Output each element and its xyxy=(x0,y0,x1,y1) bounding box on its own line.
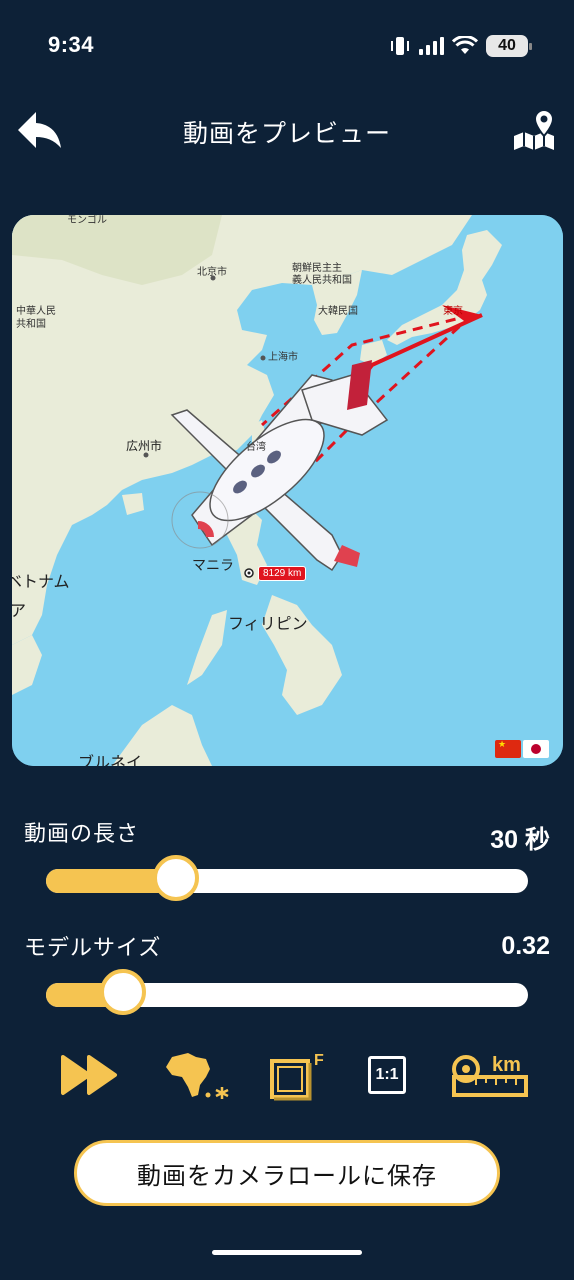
label-philippines: フィリピン xyxy=(228,614,308,633)
page-title: 動画をプレビュー xyxy=(182,119,391,148)
aspect-ratio-button[interactable]: 1:1 xyxy=(364,1045,410,1105)
continent-button[interactable] xyxy=(160,1045,236,1105)
flag-row xyxy=(495,740,549,758)
video-length-thumb[interactable] xyxy=(153,855,199,901)
aspect-ratio-label: 1:1 xyxy=(375,1066,399,1083)
video-length-value: 30 秒 xyxy=(490,826,550,854)
label-tokyo: 東京 xyxy=(443,306,463,317)
signal-icon xyxy=(419,37,444,55)
model-size-thumb[interactable] xyxy=(100,969,146,1015)
label-mongolia: モンゴル xyxy=(67,215,107,226)
model-size-label: モデルサイズ xyxy=(24,936,162,961)
units-label: km xyxy=(492,1054,521,1076)
china-flag-icon xyxy=(495,740,521,758)
video-length-label: 動画の長さ xyxy=(24,822,140,847)
battery-indicator: 40 xyxy=(486,35,532,57)
label-north-korea: 朝鮮民主主 義人民共和国 xyxy=(292,263,352,286)
label-beijing: 北京市 xyxy=(197,267,227,278)
frame-letter: F xyxy=(314,1052,324,1069)
distance-badge: 8129 km xyxy=(258,566,307,581)
status-icons: 40 xyxy=(390,34,532,58)
label-china: 中華人民 共和国 xyxy=(16,306,56,330)
home-indicator[interactable] xyxy=(212,1250,362,1255)
map-location-button[interactable] xyxy=(510,106,560,154)
label-guangzhou: 広州市 xyxy=(126,439,163,453)
frame-button[interactable]: F xyxy=(264,1045,328,1105)
label-shanghai: 上海市 xyxy=(268,352,298,363)
units-button[interactable]: km xyxy=(446,1045,530,1105)
aspect-ratio-icon: 1:1 xyxy=(368,1056,406,1094)
label-asia-fragment: ア xyxy=(12,601,27,620)
video-length-slider[interactable] xyxy=(46,855,528,901)
wifi-icon xyxy=(452,36,478,54)
vibrate-icon xyxy=(391,37,409,55)
model-size-value: 0.32 xyxy=(501,932,550,960)
fast-forward-icon xyxy=(61,1055,117,1095)
label-taiwan: 台湾 xyxy=(246,442,266,453)
speed-button[interactable] xyxy=(58,1045,124,1105)
africa-map-icon xyxy=(166,1053,229,1099)
save-to-camera-roll-button[interactable]: 動画をカメラロールに保存 xyxy=(74,1140,500,1206)
status-bar: 9:34 40 xyxy=(0,0,574,90)
header: 動画をプレビュー xyxy=(0,100,574,164)
label-manila: マニラ xyxy=(192,558,234,574)
label-brunei: ブルネイ xyxy=(78,753,143,766)
toolbar: F 1:1 km xyxy=(0,1045,574,1109)
map-pin-icon xyxy=(514,108,555,150)
model-size-slider[interactable] xyxy=(46,969,528,1015)
measuring-tape-icon: km xyxy=(452,1054,528,1097)
map-preview[interactable]: モンゴル 北京市 朝鮮民主主 義人民共和国 大韓民国 中華人民 共和国 上海市 … xyxy=(12,215,563,766)
status-time: 9:34 xyxy=(48,32,95,57)
label-vietnam: ベトナム xyxy=(12,572,70,591)
frame-icon: F xyxy=(270,1052,324,1101)
label-korea: 大韓民国 xyxy=(318,306,358,317)
map-canvas xyxy=(12,215,563,766)
japan-flag-icon xyxy=(523,740,549,758)
